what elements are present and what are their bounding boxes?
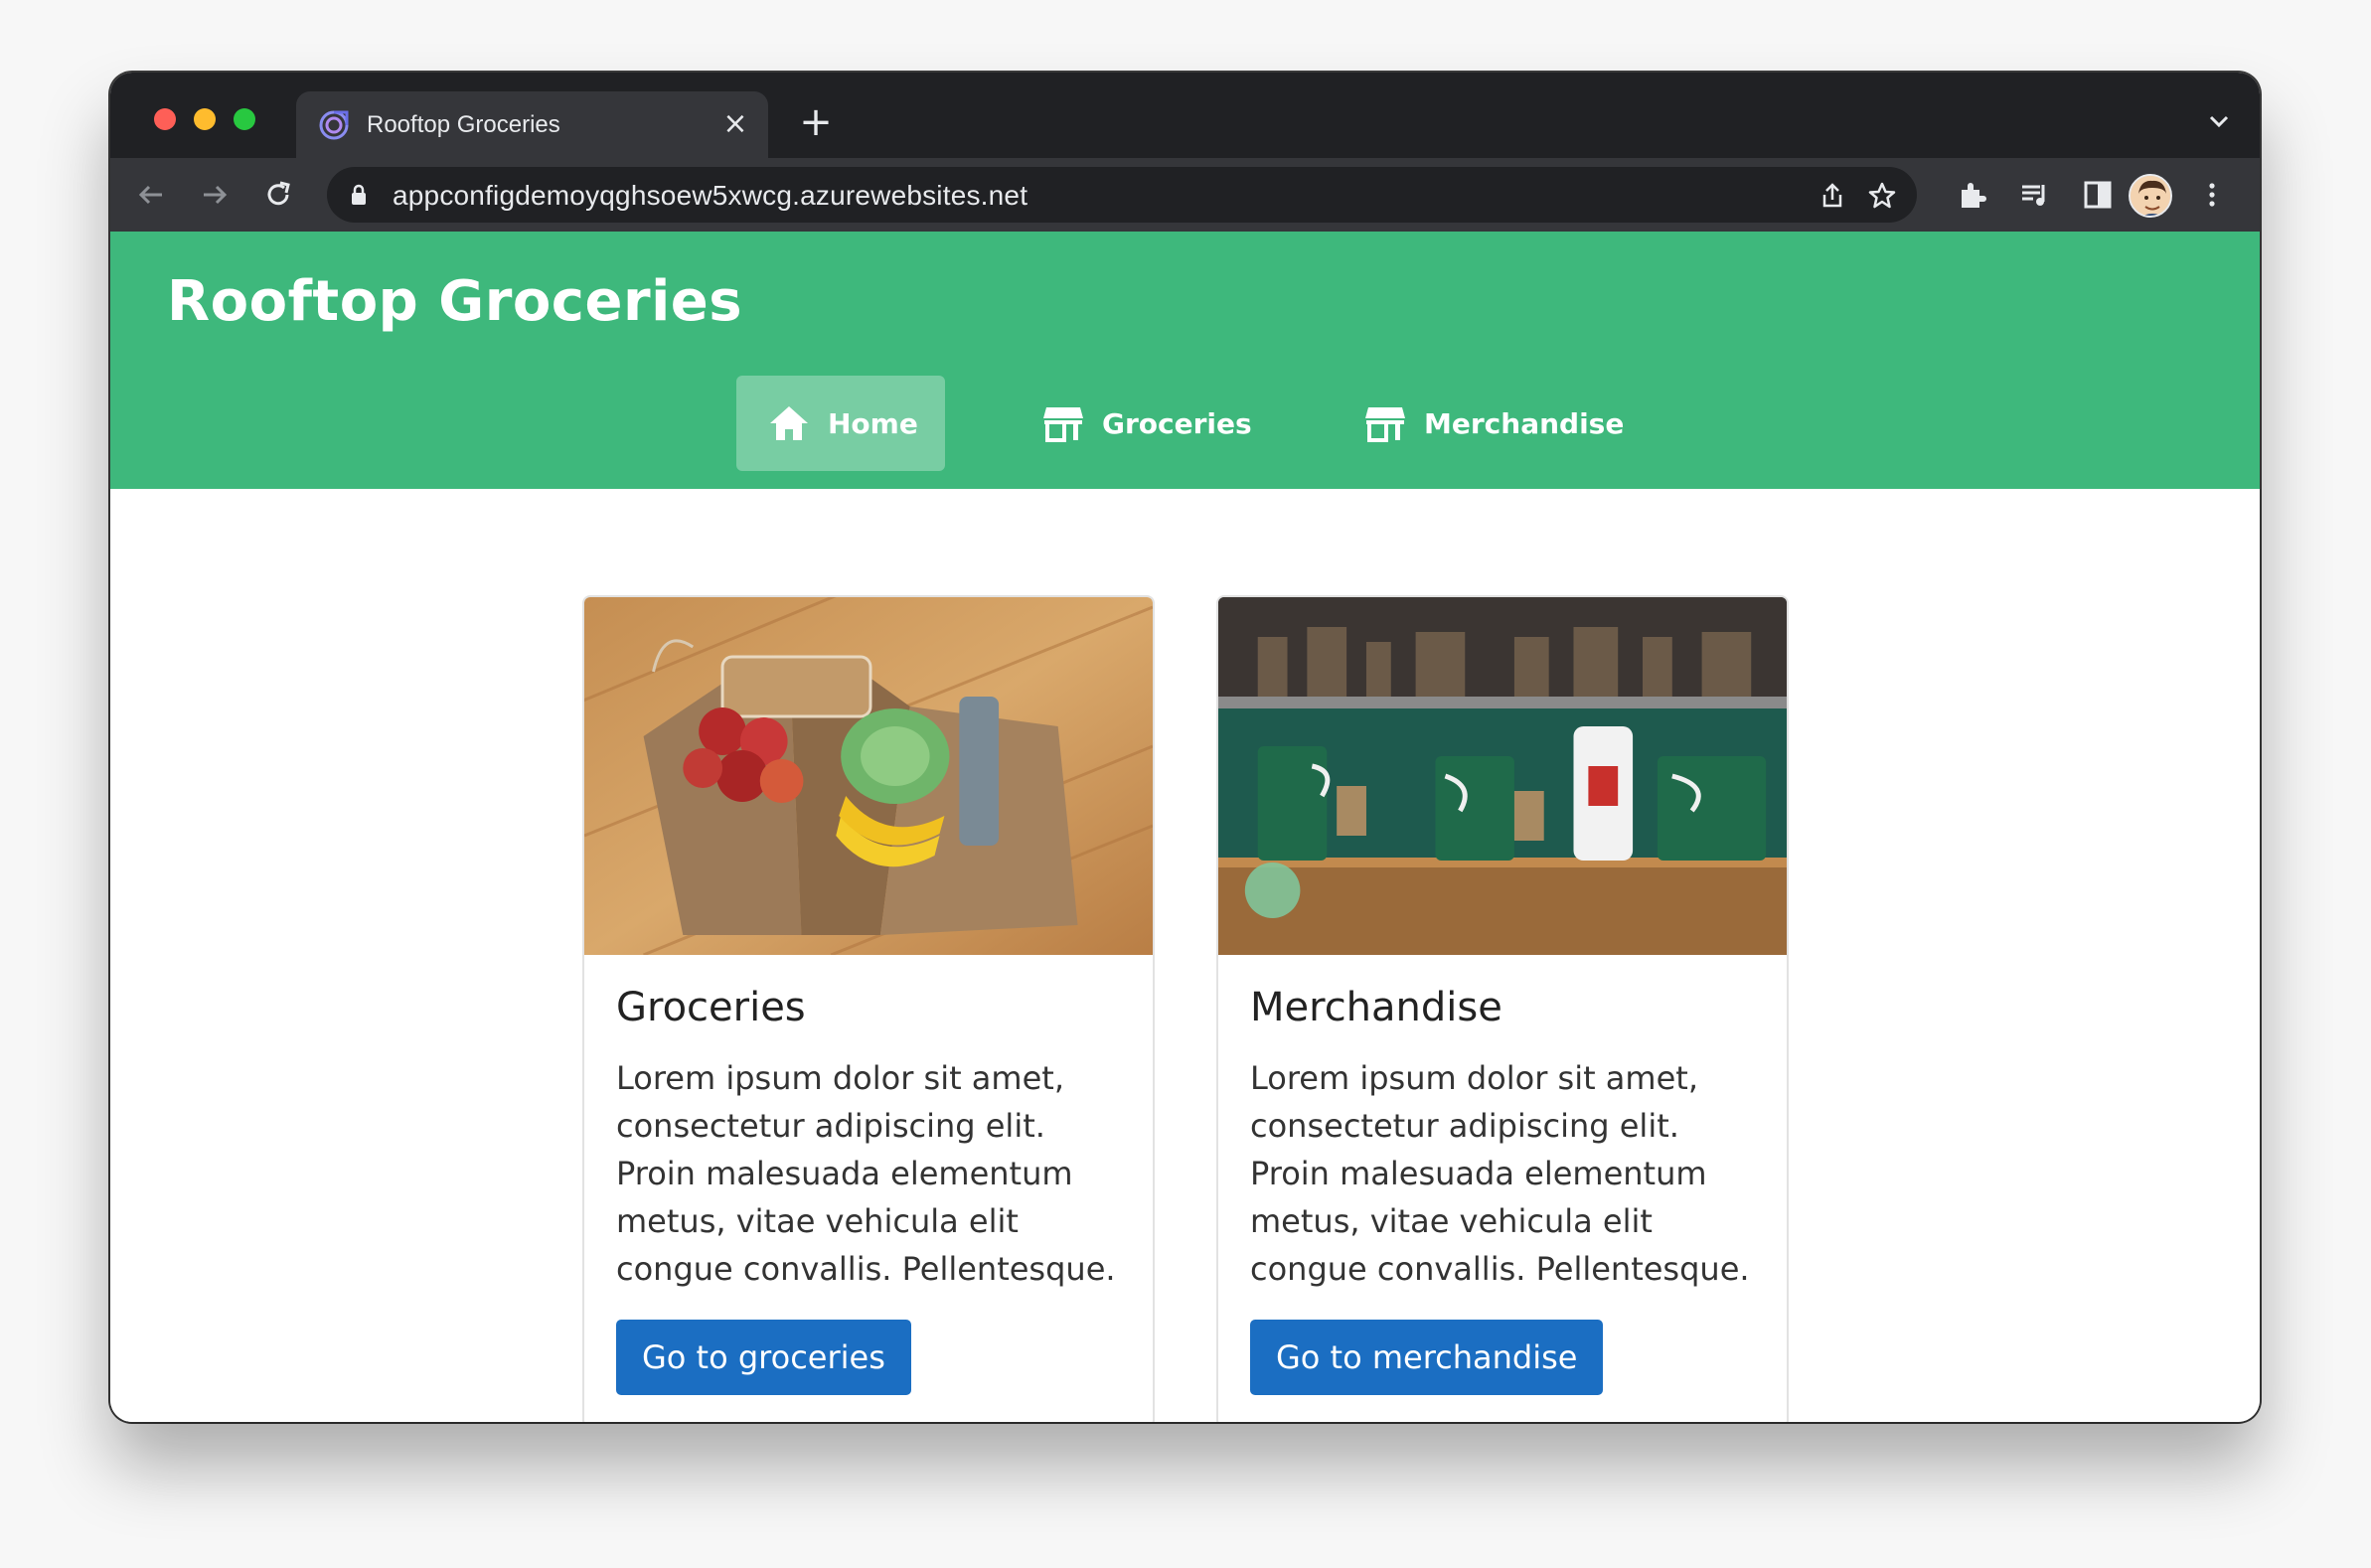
back-arrow-icon[interactable] xyxy=(134,178,168,212)
minimize-window-button[interactable] xyxy=(194,108,216,130)
profile-avatar[interactable] xyxy=(2129,174,2172,218)
nav-home[interactable]: Home xyxy=(736,376,945,471)
nav-groceries-label: Groceries xyxy=(1102,406,1252,440)
site-header: Rooftop Groceries Home Groceries Merchan… xyxy=(110,232,2260,489)
site-brand[interactable]: Rooftop Groceries xyxy=(167,269,742,334)
lock-icon[interactable] xyxy=(349,184,369,206)
favicon-icon xyxy=(319,110,349,140)
browser-tab[interactable]: Rooftop Groceries × xyxy=(296,91,768,158)
bookmark-star-icon[interactable] xyxy=(1867,181,1897,211)
nav-merchandise-label: Merchandise xyxy=(1424,406,1625,440)
tab-search-icon[interactable] xyxy=(2206,108,2232,134)
nav-merchandise[interactable]: Merchandise xyxy=(1333,376,1656,471)
card-title: Merchandise xyxy=(1250,985,1502,1030)
grocery-bags-photo xyxy=(584,597,1153,955)
extensions-icon[interactable] xyxy=(1956,178,1989,212)
store-icon xyxy=(1043,407,1083,442)
browser-window: Rooftop Groceries × + appconfigdemoyqghs… xyxy=(110,73,2260,1422)
nav-home-label: Home xyxy=(828,406,918,440)
tab-strip: Rooftop Groceries × + xyxy=(110,73,2260,158)
forward-arrow-icon[interactable] xyxy=(198,178,232,212)
store-icon xyxy=(1365,407,1405,442)
go-to-groceries-button[interactable]: Go to groceries xyxy=(616,1320,911,1395)
browser-toolbar: appconfigdemoyqghsoew5xwcg.azurewebsites… xyxy=(110,158,2260,232)
reload-icon[interactable] xyxy=(261,178,295,212)
side-panel-icon[interactable] xyxy=(2081,178,2115,212)
home-icon xyxy=(770,406,808,440)
more-menu-icon[interactable] xyxy=(2195,178,2229,212)
media-controls-icon[interactable] xyxy=(2018,178,2052,212)
card-title: Groceries xyxy=(616,985,806,1030)
maximize-window-button[interactable] xyxy=(234,108,255,130)
tab-close-icon[interactable]: × xyxy=(718,107,752,141)
share-icon[interactable] xyxy=(1818,181,1847,211)
coffee-mugs-photo xyxy=(1218,597,1787,955)
card-text: Lorem ipsum dolor sit amet, consectetur … xyxy=(1250,1059,1750,1288)
go-to-merchandise-button[interactable]: Go to merchandise xyxy=(1250,1320,1604,1395)
card-text: Lorem ipsum dolor sit amet, consectetur … xyxy=(616,1059,1116,1288)
nav-groceries[interactable]: Groceries xyxy=(1011,376,1284,471)
tab-title: Rooftop Groceries xyxy=(367,111,560,138)
merchandise-card: Merchandise Lorem ipsum dolor sit amet, … xyxy=(1216,595,1789,1422)
groceries-card: Groceries Lorem ipsum dolor sit amet, co… xyxy=(582,595,1155,1422)
web-page: Rooftop Groceries Home Groceries Merchan… xyxy=(110,232,2260,1422)
close-window-button[interactable] xyxy=(154,108,176,130)
new-tab-button[interactable]: + xyxy=(796,102,836,142)
url-text[interactable]: appconfigdemoyqghsoew5xwcg.azurewebsites… xyxy=(393,180,1027,212)
address-bar[interactable]: appconfigdemoyqghsoew5xwcg.azurewebsites… xyxy=(327,167,1917,223)
